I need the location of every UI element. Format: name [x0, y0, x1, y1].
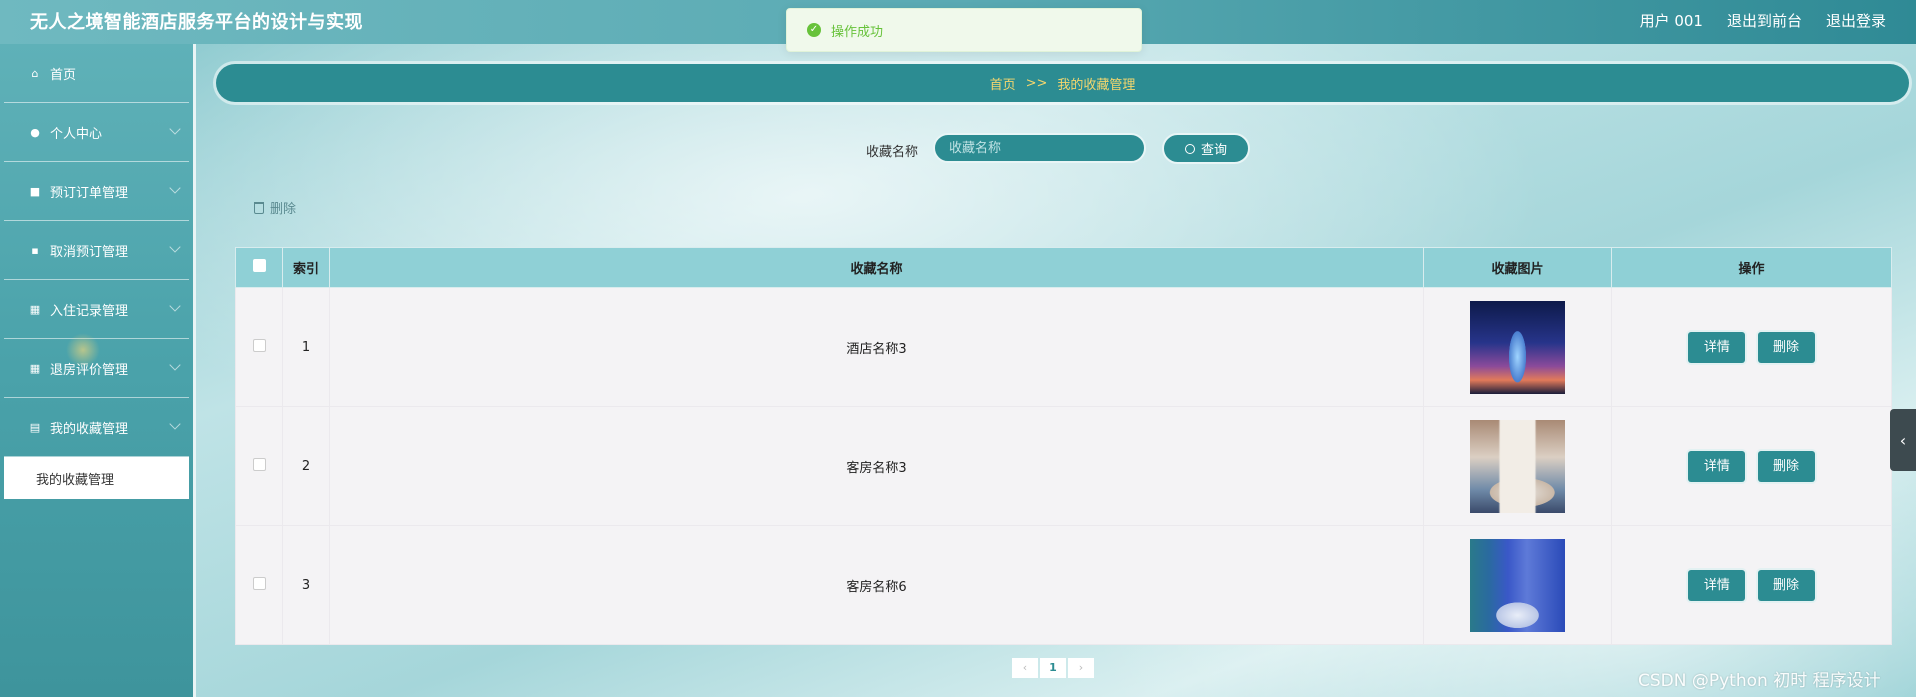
- prev-page-button[interactable]: ‹: [1012, 658, 1038, 678]
- header-name: 收藏名称: [329, 247, 1424, 288]
- row-actions: 详情 删除: [1611, 287, 1892, 407]
- table-row: 1 酒店名称3 详情 删除: [235, 287, 1892, 407]
- sidebar-item-my-favorites[interactable]: ▤ 我的收藏管理: [4, 398, 189, 457]
- search-input[interactable]: [933, 133, 1146, 163]
- row-checkbox[interactable]: [252, 338, 266, 352]
- row-select-cell: [235, 406, 283, 526]
- sidebar-item-label: 我的收藏管理: [50, 421, 129, 437]
- mouse-cursor-highlight: [66, 333, 100, 367]
- hotel-tower-night-photo: [1470, 300, 1565, 394]
- user-icon: ●: [30, 125, 40, 139]
- favorites-table: 索引 收藏名称 收藏图片 操作 1 酒店名称3 详情 删除 2 客房名称3 详情…: [235, 247, 1892, 647]
- grid-icon: ▦: [29, 302, 41, 316]
- detail-button[interactable]: 详情: [1688, 331, 1746, 363]
- blue-guest-room-photo: [1470, 538, 1565, 632]
- row-checkbox[interactable]: [252, 457, 266, 471]
- search-icon: [1184, 143, 1195, 154]
- next-page-button[interactable]: ›: [1068, 658, 1094, 678]
- sidebar-item-label: 首页: [50, 67, 77, 83]
- clipboard-icon: ▤: [29, 420, 41, 434]
- chevron-down-icon: [169, 123, 181, 135]
- table-row: 2 客房名称3 详情 删除: [235, 406, 1892, 526]
- sidebar-item-cancel-booking[interactable]: ▪ 取消预订管理: [4, 221, 189, 280]
- delete-button[interactable]: 删除: [1757, 450, 1815, 482]
- row-index: 3: [282, 525, 330, 645]
- row-name: 酒店名称3: [329, 287, 1424, 407]
- row-index: 1: [282, 287, 330, 407]
- row-actions: 详情 删除: [1611, 525, 1892, 645]
- detail-button[interactable]: 详情: [1688, 450, 1746, 482]
- table-header-row: 索引 收藏名称 收藏图片 操作: [235, 247, 1892, 288]
- chevron-down-icon: [169, 182, 181, 194]
- comment-icon: ▪: [31, 243, 39, 257]
- row-image-cell: [1423, 406, 1612, 526]
- top-links: 用户 001 退出到前台 退出登录: [1640, 10, 1886, 31]
- search-button-label: 查询: [1200, 143, 1227, 158]
- table-row: 3 客房名称6 详情 删除: [235, 525, 1892, 645]
- header-actions: 操作: [1611, 247, 1892, 288]
- row-actions: 详情 删除: [1611, 406, 1892, 526]
- row-image-cell: [1423, 525, 1612, 645]
- logout-link[interactable]: 退出登录: [1826, 10, 1886, 31]
- batch-delete-button[interactable]: 删除: [254, 198, 296, 217]
- submenu-item-my-favorites[interactable]: 我的收藏管理: [4, 457, 189, 499]
- row-name: 客房名称6: [329, 525, 1424, 645]
- breadcrumb-current: 我的收藏管理: [1057, 77, 1136, 93]
- row-select-cell: [235, 287, 283, 407]
- sidebar: ⌂ 首页 ● 个人中心 ■ 预订订单管理 ▪ 取消预订管理 ▦ 入住记录管理 ▦…: [0, 44, 196, 697]
- breadcrumb-separator: >>: [1025, 75, 1048, 91]
- sidebar-item-label: 取消预订管理: [50, 244, 129, 260]
- search-button[interactable]: 查询: [1162, 133, 1250, 164]
- briefcase-icon: ■: [29, 184, 41, 198]
- header-image: 收藏图片: [1423, 247, 1612, 288]
- batch-delete-label: 删除: [270, 202, 297, 217]
- header-index: 索引: [282, 247, 330, 288]
- detail-button[interactable]: 详情: [1688, 569, 1746, 601]
- row-index: 2: [282, 406, 330, 526]
- sidebar-item-checkin-records[interactable]: ▦ 入住记录管理: [4, 280, 189, 339]
- select-all-checkbox[interactable]: [252, 259, 266, 272]
- toast-message: 操作成功: [831, 24, 884, 40]
- pagination: ‹ 1 ›: [1012, 658, 1094, 678]
- page-number-current[interactable]: 1: [1040, 658, 1066, 678]
- trash-icon: [254, 201, 264, 214]
- search-label: 收藏名称: [866, 145, 919, 160]
- home-icon: ⌂: [31, 66, 39, 80]
- breadcrumb-home[interactable]: 首页: [990, 74, 1016, 93]
- row-select-cell: [235, 525, 283, 645]
- sidebar-item-personal-center[interactable]: ● 个人中心: [4, 103, 189, 162]
- success-toast: ✓ 操作成功: [786, 8, 1142, 52]
- chevron-down-icon: [169, 359, 181, 371]
- select-all-cell: [235, 247, 283, 288]
- sidebar-item-label: 个人中心: [50, 126, 103, 142]
- guest-room-photo: [1470, 419, 1565, 513]
- app-title: 无人之境智能酒店服务平台的设计与实现: [30, 12, 363, 33]
- exit-to-front-link[interactable]: 退出到前台: [1727, 10, 1802, 31]
- row-name: 客房名称3: [329, 406, 1424, 526]
- chevron-down-icon: [169, 300, 181, 312]
- sidebar-item-label: 预订订单管理: [50, 185, 129, 201]
- sidebar-item-home[interactable]: ⌂ 首页: [4, 44, 189, 103]
- check-circle-icon: ✓: [807, 23, 821, 37]
- panel-toggle-button[interactable]: ‹: [1890, 409, 1916, 471]
- breadcrumb: 首页 >> 我的收藏管理: [216, 64, 1909, 102]
- row-checkbox[interactable]: [252, 576, 266, 590]
- row-image-cell: [1423, 287, 1612, 407]
- sidebar-item-booking-orders[interactable]: ■ 预订订单管理: [4, 162, 189, 221]
- chevron-left-icon: ‹: [1899, 430, 1907, 450]
- sidebar-item-label: 入住记录管理: [50, 303, 129, 319]
- user-label[interactable]: 用户 001: [1640, 10, 1703, 31]
- grid-icon: ▦: [29, 361, 41, 375]
- chevron-down-icon: [169, 418, 181, 430]
- watermark: CSDN @Python 初时 程序设计: [1638, 671, 1881, 691]
- chevron-down-icon: [169, 241, 181, 253]
- delete-button[interactable]: 删除: [1757, 331, 1815, 363]
- delete-button[interactable]: 删除: [1757, 569, 1815, 601]
